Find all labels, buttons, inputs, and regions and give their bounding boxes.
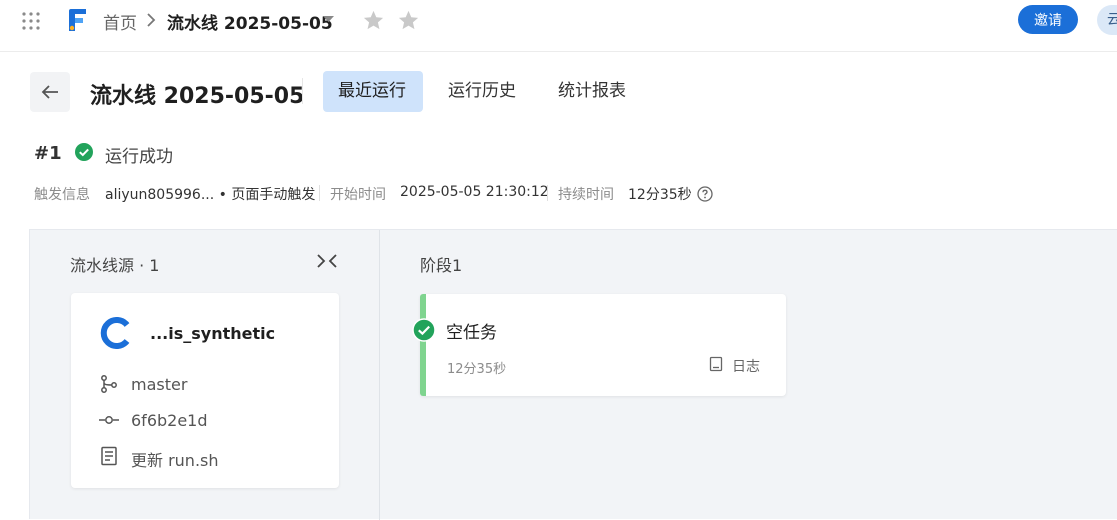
tab-run-history[interactable]: 运行历史 — [433, 71, 531, 112]
codeup-logo-icon — [100, 317, 130, 349]
help-icon[interactable] — [697, 186, 713, 202]
caret-down-icon[interactable] — [322, 14, 335, 24]
log-icon[interactable] — [708, 356, 724, 372]
arrow-left-icon — [41, 85, 58, 99]
tab-recent-runs[interactable]: 最近运行 — [323, 71, 423, 112]
success-check-icon — [75, 143, 93, 161]
duration-value: 12分35秒 — [628, 187, 692, 203]
invite-button[interactable]: 邀请 — [1018, 5, 1078, 34]
back-button[interactable] — [30, 72, 70, 112]
job-status-bar — [420, 294, 426, 396]
stage-title: 阶段1 — [420, 256, 463, 275]
success-check-icon — [412, 318, 436, 342]
trigger-value: aliyun805996... • 页面手动触发 — [105, 187, 316, 203]
column-divider — [379, 230, 380, 520]
page-title: 流水线 2025-05-05 — [90, 84, 305, 109]
meta-divider — [319, 185, 320, 201]
job-name[interactable]: 空任务 — [446, 318, 497, 343]
title-divider — [302, 78, 303, 104]
branch-icon — [101, 375, 117, 393]
chevron-right-icon — [147, 13, 156, 27]
commit-icon — [99, 416, 119, 424]
breadcrumb-home[interactable]: 首页 — [103, 9, 137, 34]
document-icon — [101, 446, 117, 466]
meta-divider — [547, 185, 548, 201]
log-link[interactable]: 日志 — [732, 356, 760, 376]
star-icon[interactable] — [397, 9, 420, 32]
duration-label: 持续时间 — [558, 187, 614, 203]
breadcrumb-current[interactable]: 流水线 2025-05-05 — [167, 9, 333, 34]
start-time-value: 2025-05-05 21:30:12 — [400, 184, 549, 200]
branch-name: master — [131, 375, 188, 394]
collapse-icon[interactable] — [316, 252, 338, 270]
commit-hash: 6f6b2e1d — [131, 411, 208, 430]
run-number: #1 — [34, 143, 62, 164]
star-icon[interactable] — [362, 9, 385, 32]
job-duration: 12分35秒 — [447, 362, 507, 377]
run-status: 运行成功 — [105, 147, 173, 167]
start-time-label: 开始时间 — [330, 187, 386, 203]
apps-grid-icon[interactable] — [21, 11, 41, 31]
repo-name: ...is_synthetic — [150, 324, 276, 343]
tab-statistics[interactable]: 统计报表 — [543, 71, 641, 112]
source-column-title: 流水线源 · 1 — [70, 256, 160, 275]
trigger-label: 触发信息 — [34, 187, 90, 203]
job-card[interactable] — [420, 294, 786, 396]
avatar[interactable]: 云 — [1097, 5, 1117, 35]
top-bar: 首页 流水线 2025-05-05 邀请 云 — [0, 0, 1117, 52]
commit-message: 更新 run.sh — [131, 451, 219, 470]
flow-logo-icon[interactable] — [66, 7, 88, 33]
